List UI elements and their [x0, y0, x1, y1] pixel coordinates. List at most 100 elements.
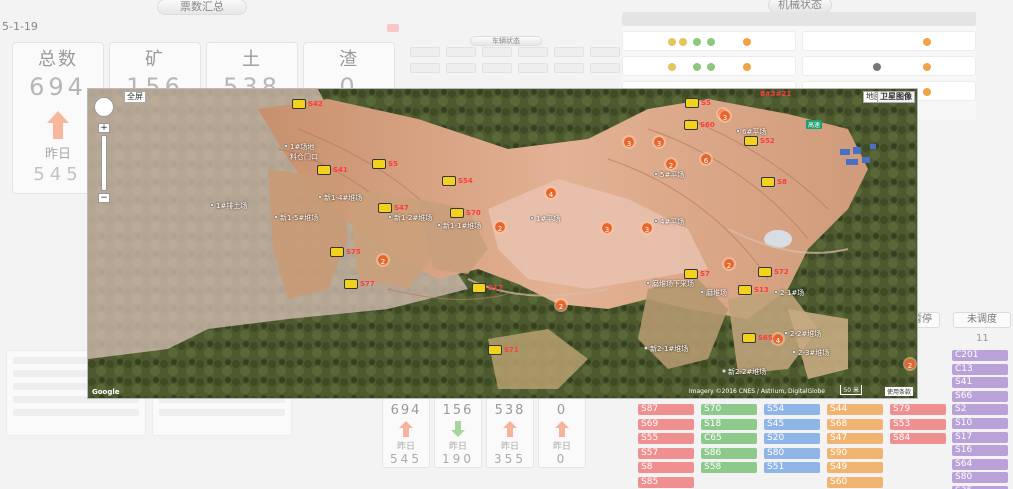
waypoint-dot	[388, 215, 392, 219]
truck-icon[interactable]	[292, 99, 306, 109]
satellite-map[interactable]: 1#场地 料仓门口 1#排土场 新1-5#堆场 新1-4#堆场 新1-2#堆场 新1-1#…	[87, 88, 918, 399]
vehicle-tag[interactable]: S18	[701, 418, 757, 430]
truck-icon[interactable]	[738, 285, 752, 295]
truck-icon[interactable]	[684, 269, 698, 279]
truck-icon[interactable]	[372, 159, 386, 169]
trend-down-icon	[451, 421, 465, 437]
vehicle-tag[interactable]: C65	[701, 433, 757, 444]
fullscreen-button[interactable]: 全屏	[124, 91, 146, 103]
truck-label: S8	[777, 178, 787, 186]
trend-up-icon	[399, 421, 413, 437]
cluster-marker[interactable]: 3	[640, 221, 654, 235]
vehicle-tag[interactable]: S45	[764, 418, 820, 430]
vehicle-tag[interactable]: S86	[701, 447, 757, 459]
cluster-marker[interactable]: 3	[718, 109, 732, 123]
vehicle-tag[interactable]: S85	[638, 476, 694, 488]
vehicle-tag[interactable]: S2	[952, 404, 1008, 416]
truck-icon[interactable]	[472, 283, 486, 293]
cluster-marker[interactable]: 3	[622, 135, 636, 149]
yesterday-value: 355	[494, 452, 526, 466]
vehicle-tag[interactable]: S57	[638, 447, 694, 459]
place-label: 1#平场	[536, 215, 561, 223]
place-label: 4#平场	[660, 218, 685, 226]
truck-label: S5	[388, 160, 398, 168]
cluster-marker[interactable]: 2	[376, 253, 390, 267]
truck-icon[interactable]	[685, 98, 699, 108]
trend-up-icon	[47, 111, 69, 139]
vehicle-tag[interactable]: S51	[764, 462, 820, 473]
cluster-marker[interactable]: 3	[652, 135, 666, 149]
truck-label: S47	[394, 204, 409, 212]
truck-label: S41	[333, 166, 348, 174]
vehicle-tag[interactable]: S17	[952, 431, 1008, 443]
truck-icon[interactable]	[378, 203, 392, 213]
vehicle-tag[interactable]: S66	[952, 390, 1008, 402]
truck-icon[interactable]	[744, 136, 758, 146]
vehicle-tag[interactable]: S60	[827, 476, 883, 488]
unscheduled-count: 11	[976, 333, 989, 344]
waypoint-dot	[210, 203, 214, 207]
trend-up-icon	[555, 421, 569, 437]
vehicle-tag[interactable]: S69	[638, 418, 694, 430]
truck-icon[interactable]	[317, 165, 331, 175]
cluster-marker[interactable]: 2	[903, 357, 917, 371]
vehicle-tag[interactable]: S90	[827, 447, 883, 459]
vehicle-tag[interactable]: S20	[764, 433, 820, 444]
place-label: 1#排土场	[216, 202, 248, 210]
truck-label: S75	[346, 248, 361, 256]
waypoint-dot	[437, 223, 441, 227]
pan-control-icon[interactable]	[94, 97, 114, 117]
vehicle-tag[interactable]: S44	[827, 404, 883, 415]
cluster-marker[interactable]: 2	[493, 220, 507, 234]
vehicle-tag[interactable]: C13	[952, 363, 1008, 375]
vehicle-tag[interactable]: C201	[952, 350, 1008, 361]
vehicle-tag[interactable]: S10	[952, 418, 1008, 429]
map-scale: 50 米	[840, 385, 862, 395]
vehicle-tag[interactable]: S80	[952, 472, 1008, 484]
truck-icon[interactable]	[344, 279, 358, 289]
truck-icon[interactable]	[761, 177, 775, 187]
small-stat-total: 694 昨日 545	[382, 398, 430, 468]
vehicle-tag[interactable]: S80	[764, 447, 820, 459]
vehicle-tag[interactable]: S8	[638, 462, 694, 473]
cluster-marker[interactable]: 2	[664, 157, 678, 171]
cluster-marker[interactable]: 2	[722, 257, 736, 271]
vehicle-tag[interactable]: S41	[952, 377, 1008, 389]
map-terms-link[interactable]: 使用条款	[884, 387, 913, 396]
truck-icon[interactable]	[330, 247, 344, 257]
vehicle-tag[interactable]: S54	[764, 404, 820, 415]
truck-icon[interactable]	[488, 345, 502, 355]
cluster-marker[interactable]: 6	[699, 152, 713, 166]
zoom-slider[interactable]	[101, 135, 107, 191]
truck-icon[interactable]	[450, 208, 464, 218]
truck-icon[interactable]	[684, 120, 698, 130]
yesterday-label: 昨日	[500, 442, 519, 452]
tab-unscheduled[interactable]: 未调度	[953, 312, 1011, 328]
vehicle-tag[interactable]: S64	[952, 458, 1008, 470]
vehicle-tag[interactable]: S49	[827, 462, 883, 473]
zoom-in-button[interactable]: +	[98, 123, 110, 133]
vehicle-tag[interactable]: S55	[638, 433, 694, 444]
truck-icon[interactable]	[758, 267, 772, 277]
cluster-marker[interactable]: 2	[554, 298, 568, 312]
vehicle-tag[interactable]: S84	[890, 433, 946, 444]
cluster-marker[interactable]: 3	[600, 221, 614, 235]
truck-icon[interactable]	[742, 333, 756, 343]
vehicle-tag[interactable]: S79	[890, 404, 946, 415]
vehicle-tag[interactable]: S70	[701, 404, 757, 415]
cluster-marker[interactable]: 4	[544, 186, 558, 200]
vehicle-tag[interactable]: S47	[827, 433, 883, 444]
waypoint-dot	[284, 144, 288, 148]
vehicle-tag[interactable]: S53	[890, 418, 946, 430]
vehicle-tag[interactable]: S58	[701, 462, 757, 473]
vehicle-tag[interactable]: S87	[638, 404, 694, 415]
zoom-out-button[interactable]: −	[98, 193, 110, 203]
alert-chip[interactable]	[387, 24, 399, 32]
truck-icon[interactable]	[442, 176, 456, 186]
vehicle-tag[interactable]: S68	[827, 418, 883, 430]
yesterday-value: 190	[442, 452, 474, 466]
map-type-satellite-button[interactable]: 卫星图像	[877, 91, 915, 103]
cluster-marker[interactable]: 4	[771, 332, 785, 346]
small-stat-soil: 538 昨日 355	[486, 398, 534, 468]
vehicle-tag[interactable]: S16	[952, 445, 1008, 457]
